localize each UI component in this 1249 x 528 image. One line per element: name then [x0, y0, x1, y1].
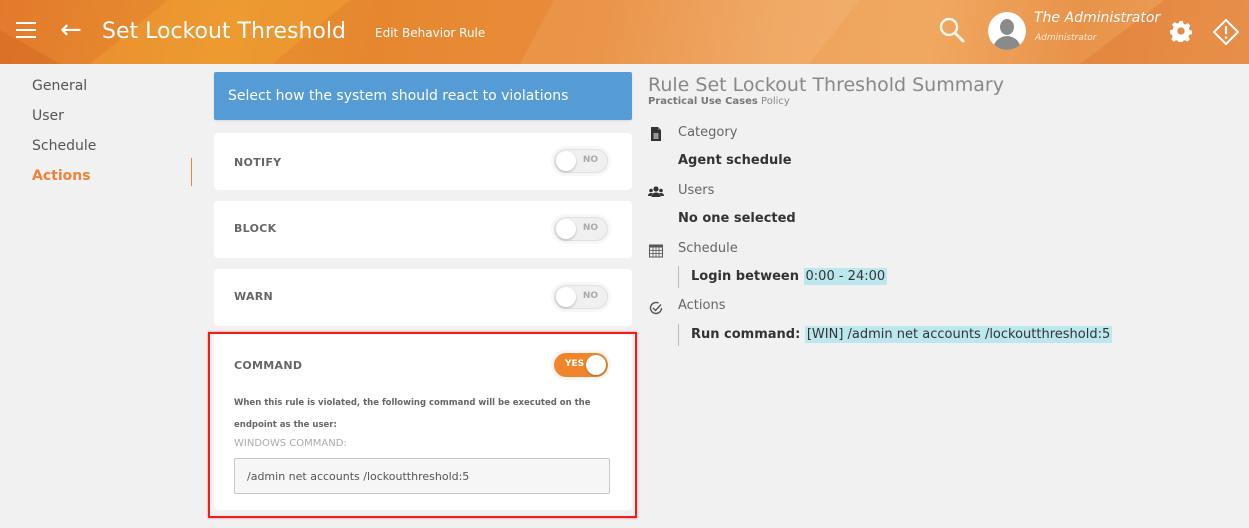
users-icon — [648, 186, 664, 197]
nav-item-schedule[interactable]: Schedule — [32, 135, 96, 157]
user-role: Administrator — [1035, 33, 1097, 43]
category-value: Agent schedule — [678, 153, 792, 168]
actions-banner: Select how the system should react to vi… — [214, 72, 632, 120]
actions-value: Run command: [WIN] /admin net accounts /… — [678, 324, 1113, 346]
users-value: No one selected — [678, 211, 796, 226]
actions-prefix: Run command: — [691, 327, 801, 342]
policy-name: Practical Use Cases — [648, 96, 758, 107]
header-decoration — [520, 0, 860, 64]
notify-card: NOTIFY NO — [214, 133, 632, 190]
section-nav: General User Schedule Actions — [32, 75, 96, 195]
block-card: BLOCK NO — [214, 201, 632, 258]
warn-label: WARN — [234, 290, 274, 303]
users-heading: Users — [678, 183, 715, 198]
user-name[interactable]: The Administrator — [1034, 9, 1160, 27]
notify-toggle[interactable]: NO — [554, 149, 608, 173]
page-title: Set Lockout Threshold — [102, 19, 346, 44]
document-icon — [651, 127, 661, 141]
block-label: BLOCK — [234, 222, 277, 235]
arrow-left-icon[interactable]: ← — [60, 14, 82, 46]
active-nav-indicator — [191, 158, 192, 186]
search-icon[interactable] — [937, 15, 967, 45]
summary-policy: Practical Use Cases Policy — [648, 96, 790, 107]
schedule-time-range: 0:00 - 24:00 — [803, 268, 888, 285]
summary-title: Rule Set Lockout Threshold Summary — [648, 74, 1004, 96]
alert-diamond-icon[interactable] — [1212, 18, 1240, 46]
policy-suffix: Policy — [761, 96, 790, 107]
actions-heading: Actions — [678, 298, 726, 313]
avatar[interactable] — [988, 12, 1026, 50]
schedule-heading: Schedule — [678, 241, 738, 256]
nav-item-user[interactable]: User — [32, 105, 96, 127]
app-header: ← Set Lockout Threshold Edit Behavior Ru… — [0, 0, 1249, 64]
block-toggle[interactable]: NO — [554, 217, 608, 241]
schedule-value: Login between 0:00 - 24:00 — [678, 266, 888, 288]
warn-toggle[interactable]: NO — [554, 285, 608, 309]
category-heading: Category — [678, 125, 738, 140]
schedule-prefix: Login between — [691, 269, 799, 284]
nav-item-actions[interactable]: Actions — [32, 165, 96, 187]
gear-icon[interactable] — [1170, 20, 1192, 42]
hamburger-menu-icon[interactable] — [16, 22, 36, 38]
selection-highlight — [208, 332, 637, 518]
warn-card: WARN NO — [214, 269, 632, 326]
page-subtitle: Edit Behavior Rule — [375, 26, 486, 40]
calendar-grid-icon — [649, 244, 663, 258]
check-circle-icon — [649, 301, 663, 315]
notify-label: NOTIFY — [234, 156, 282, 169]
nav-item-general[interactable]: General — [32, 75, 96, 97]
actions-command: [WIN] /admin net accounts /lockoutthresh… — [804, 326, 1113, 343]
